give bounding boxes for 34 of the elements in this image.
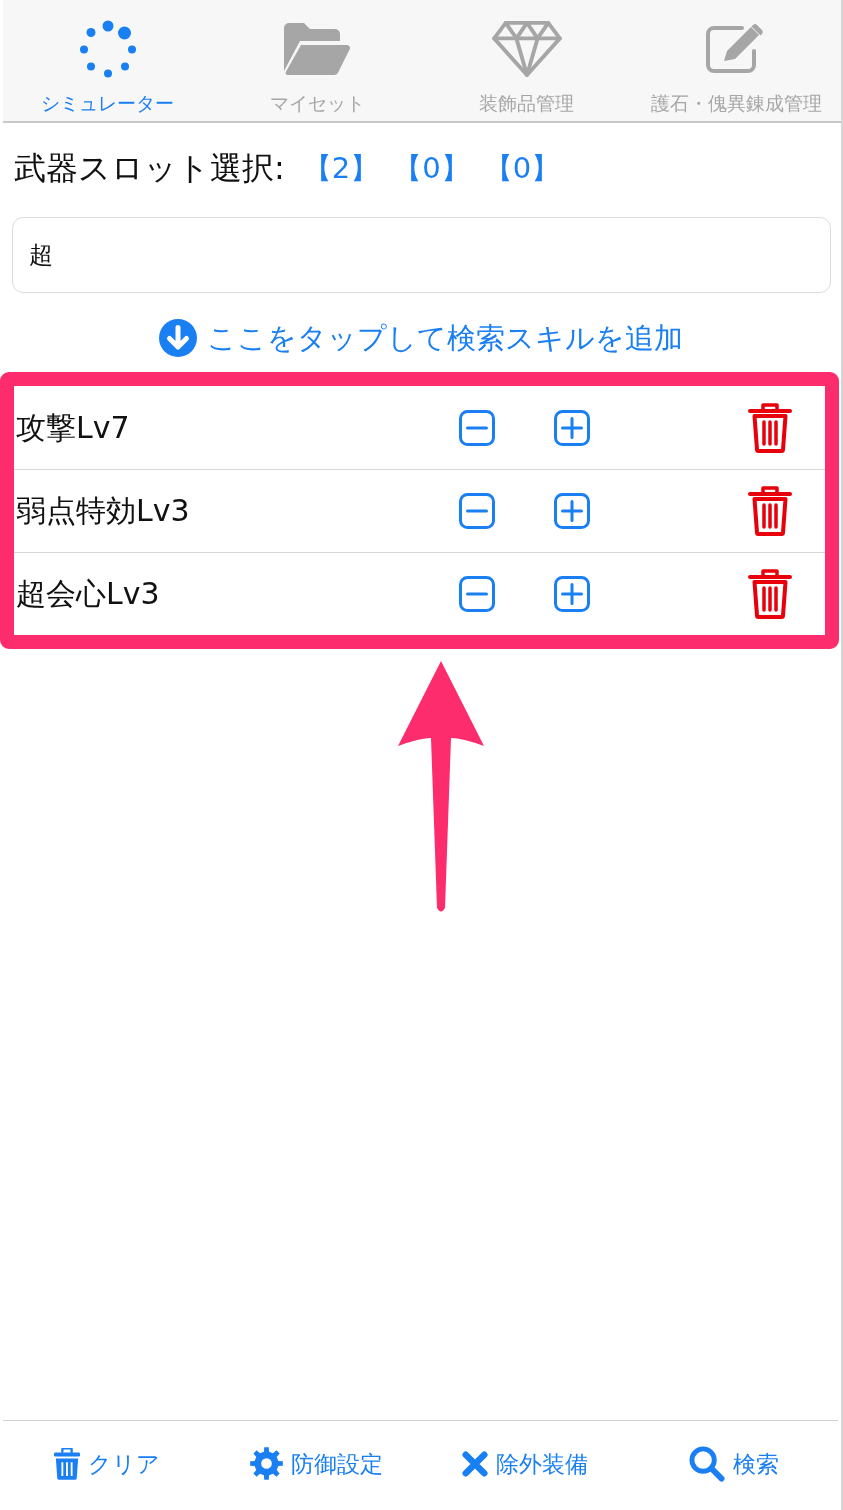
- plus-icon[interactable]: [554, 576, 590, 612]
- minus-icon[interactable]: [459, 493, 495, 529]
- clear-button[interactable]: クリア: [54, 1447, 161, 1480]
- nav-tab[interactable]: シミュレーター: [3, 0, 213, 121]
- slot-link[interactable]: 【0】: [483, 148, 561, 188]
- plus-icon[interactable]: [554, 493, 590, 529]
- minus-icon[interactable]: [459, 576, 495, 612]
- folder-icon: [284, 23, 351, 75]
- gear-icon: [249, 1447, 283, 1480]
- trash-icon: [54, 1447, 81, 1480]
- nav-tab[interactable]: マイセット: [212, 0, 422, 121]
- search-icon: [688, 1445, 725, 1482]
- defense-settings-button[interactable]: 防御設定: [249, 1447, 383, 1480]
- minus-icon[interactable]: [459, 409, 495, 446]
- skill-name: 弱点特効Lv3: [15, 492, 191, 530]
- trash-icon[interactable]: [748, 486, 792, 536]
- trash-icon[interactable]: [748, 569, 792, 619]
- diamond-icon: [491, 21, 562, 77]
- slot-link[interactable]: 【2】: [302, 148, 380, 188]
- excluded-gear-button[interactable]: 除外装備: [461, 1448, 588, 1479]
- search-button[interactable]: 検索: [688, 1445, 779, 1482]
- plus-icon[interactable]: [554, 409, 590, 446]
- slot-link[interactable]: 【0】: [393, 148, 470, 188]
- weapon-slot-label: 武器スロット選択:: [14, 148, 285, 189]
- skill-name: 超会心Lv3: [15, 575, 161, 613]
- loading-dots-icon: [78, 20, 137, 78]
- add-skill-link[interactable]: ここをタップして検索スキルを追加: [158, 318, 683, 358]
- trash-icon[interactable]: [748, 402, 792, 453]
- cross-icon: [461, 1450, 488, 1477]
- skill-name: 攻撃Lv7: [15, 408, 131, 447]
- search-field[interactable]: 超: [12, 217, 831, 293]
- nav-tab[interactable]: 装飾品管理: [422, 0, 632, 121]
- down-arrow-circle-icon: [158, 319, 197, 357]
- nav-tab[interactable]: 護石・傀異錬成管理: [631, 0, 841, 121]
